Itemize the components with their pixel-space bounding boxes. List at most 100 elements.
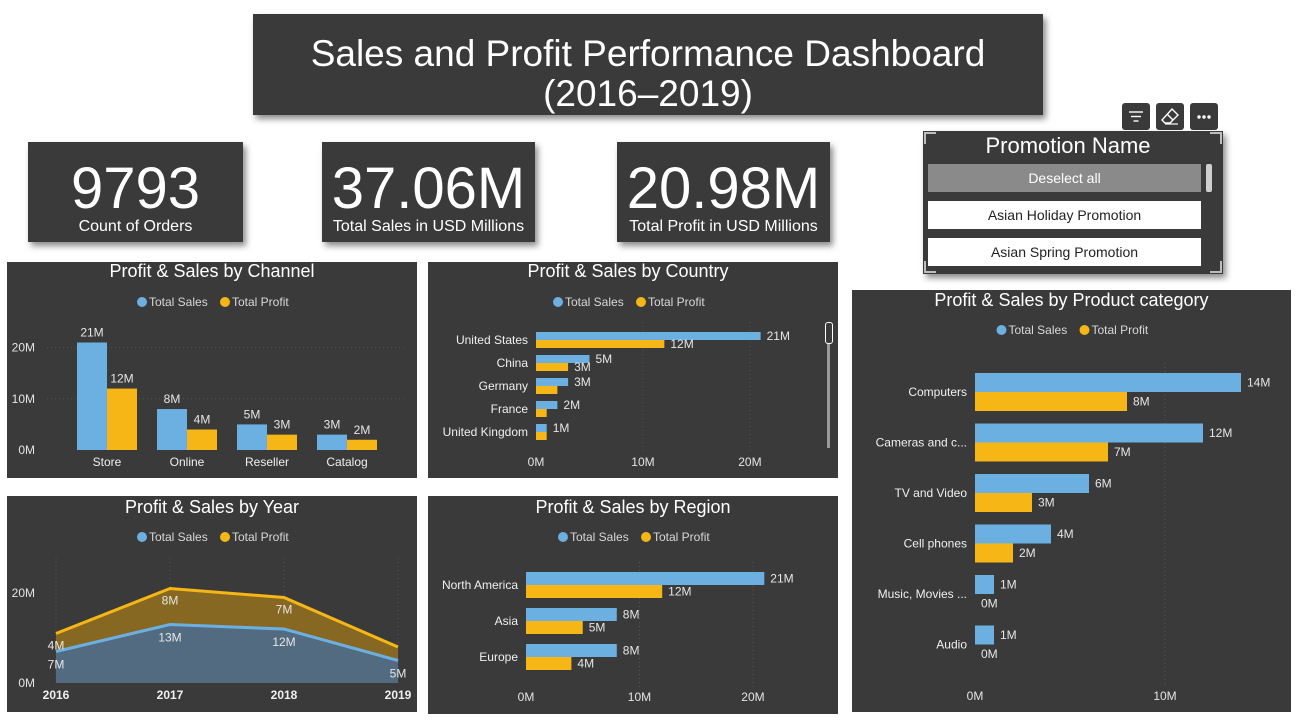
bar-sales bbox=[975, 524, 1051, 544]
chart-region: Profit & Sales by Region Total Sales Total… bbox=[428, 496, 838, 714]
x-category-label: Reseller bbox=[245, 455, 289, 469]
x-category-label: Catalog bbox=[326, 455, 367, 469]
y-category-label: Europe bbox=[479, 650, 518, 664]
x-tick-label: 20M bbox=[738, 455, 761, 469]
data-label: 4M bbox=[577, 657, 594, 671]
kpi-card-profit: 20.98M Total Profit in USD Millions bbox=[617, 142, 830, 242]
data-label: 12M bbox=[668, 585, 691, 599]
y-category-label: France bbox=[491, 402, 529, 416]
data-label: 7M bbox=[48, 658, 65, 672]
chart-scrollbar-thumb[interactable] bbox=[825, 322, 833, 344]
data-label: 12M bbox=[110, 372, 133, 386]
legend-label-sales: Total Sales bbox=[149, 295, 208, 309]
legend-label-profit: Total Profit bbox=[232, 530, 289, 544]
chart-scrollbar-track[interactable] bbox=[827, 344, 830, 448]
data-label: 8M bbox=[164, 392, 181, 406]
bar-sales bbox=[536, 378, 569, 386]
data-label: 0M bbox=[981, 597, 998, 611]
bar-profit bbox=[536, 386, 558, 394]
bar-sales bbox=[975, 423, 1203, 443]
kpi-card-sales: 37.06M Total Sales in USD Millions bbox=[322, 142, 535, 242]
data-label: 12M bbox=[272, 635, 295, 649]
kpi-value: 9793 bbox=[70, 156, 201, 221]
chart-country: Profit & Sales by Country Total Sales Tota… bbox=[428, 262, 838, 478]
dashboard-title: Sales and Profit Performance Dashboard (… bbox=[253, 14, 1043, 115]
chart-title: Profit & Sales by Country bbox=[527, 262, 728, 281]
data-label: 3M bbox=[574, 375, 591, 389]
resize-handle[interactable] bbox=[1210, 261, 1222, 273]
slicer-option[interactable]: Asian Holiday Promotion bbox=[928, 201, 1201, 229]
data-label: 1M bbox=[1000, 578, 1017, 592]
kpi-label: Total Profit in USD Millions bbox=[629, 218, 818, 235]
y-category-label: Cameras and c... bbox=[876, 436, 967, 450]
y-category-label: United Kingdom bbox=[443, 425, 528, 439]
legend-marker-profit bbox=[220, 297, 230, 307]
data-label: 5M bbox=[244, 407, 261, 421]
bar-sales bbox=[536, 401, 558, 409]
y-tick-label: 0M bbox=[18, 443, 35, 457]
bar-sales bbox=[157, 409, 187, 450]
bar-profit bbox=[187, 429, 217, 450]
kpi-label: Count of Orders bbox=[78, 218, 193, 235]
bar-sales bbox=[77, 342, 107, 450]
x-category-label: 2017 bbox=[157, 688, 184, 702]
filter-icon[interactable] bbox=[1122, 103, 1150, 130]
data-label: 2M bbox=[1019, 546, 1036, 560]
legend-label-sales: Total Sales bbox=[570, 530, 629, 544]
legend-label-profit: Total Profit bbox=[1092, 323, 1149, 337]
y-category-label: Germany bbox=[479, 379, 528, 393]
legend-marker-profit bbox=[641, 532, 651, 542]
promotion-slicer: Promotion Name Deselect all Asian Holida… bbox=[923, 131, 1223, 274]
chart-title: Profit & Sales by Year bbox=[125, 497, 299, 517]
data-label: 12M bbox=[1209, 426, 1232, 440]
data-label: 1M bbox=[553, 421, 570, 435]
bar-profit bbox=[536, 363, 569, 371]
data-label: 5M bbox=[595, 352, 612, 366]
data-label: 21M bbox=[80, 325, 103, 339]
legend-marker-sales bbox=[137, 297, 147, 307]
y-tick-label: 20M bbox=[12, 586, 35, 600]
data-label: 21M bbox=[770, 572, 793, 586]
slicer-title: Promotion Name bbox=[985, 133, 1151, 158]
x-tick-label: 10M bbox=[631, 455, 654, 469]
bar-profit bbox=[536, 409, 547, 417]
data-label: 4M bbox=[48, 639, 65, 653]
y-category-label: Cell phones bbox=[904, 537, 967, 551]
data-label: 6M bbox=[1095, 477, 1112, 491]
bar-sales bbox=[237, 424, 267, 450]
slicer-scrollbar[interactable] bbox=[1206, 164, 1212, 192]
bar-sales bbox=[536, 424, 547, 432]
bar-profit bbox=[975, 543, 1013, 563]
data-label: 2M bbox=[354, 423, 371, 437]
legend-marker-profit bbox=[1079, 325, 1090, 335]
data-label: 4M bbox=[1057, 527, 1074, 541]
bar-profit bbox=[526, 621, 583, 634]
more-options-icon[interactable] bbox=[1190, 103, 1218, 130]
data-label: 12M bbox=[670, 337, 693, 351]
y-category-label: Asia bbox=[495, 614, 519, 628]
x-category-label: 2018 bbox=[271, 688, 298, 702]
eraser-icon[interactable] bbox=[1156, 103, 1184, 130]
data-label: 1M bbox=[1000, 628, 1017, 642]
x-tick-label: 0M bbox=[518, 690, 535, 704]
data-label: 8M bbox=[162, 594, 179, 608]
legend-label-sales: Total Sales bbox=[565, 295, 624, 309]
data-label: 3M bbox=[274, 418, 291, 432]
bar-sales bbox=[975, 625, 994, 645]
data-label: 3M bbox=[1038, 496, 1055, 510]
slicer-option[interactable]: Asian Spring Promotion bbox=[928, 238, 1201, 266]
bar-profit bbox=[347, 439, 377, 450]
title-line-2: (2016–2019) bbox=[543, 73, 753, 114]
deselect-all-option[interactable]: Deselect all bbox=[928, 164, 1201, 192]
y-category-label: TV and Video bbox=[895, 486, 968, 500]
bar-sales bbox=[536, 332, 761, 340]
data-label: 8M bbox=[1133, 395, 1150, 409]
y-category-label: North America bbox=[442, 578, 518, 592]
data-label: 8M bbox=[623, 608, 640, 622]
legend-marker-sales bbox=[553, 297, 563, 307]
bar-sales bbox=[975, 373, 1241, 392]
x-tick-label: 10M bbox=[1153, 689, 1176, 703]
data-label: 5M bbox=[589, 621, 606, 635]
legend-marker-sales bbox=[137, 532, 147, 542]
title-line-1: Sales and Profit Performance Dashboard bbox=[310, 33, 986, 74]
